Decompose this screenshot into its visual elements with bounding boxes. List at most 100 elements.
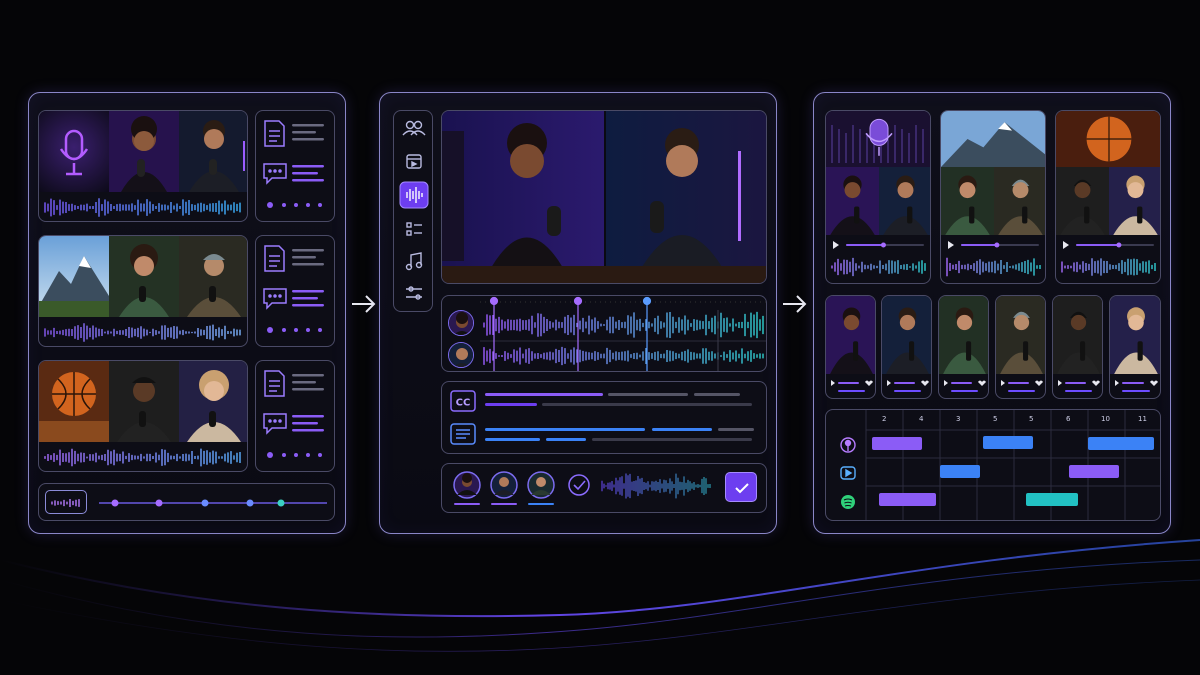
episode-waveform	[39, 192, 247, 221]
short-guest-photo	[939, 296, 988, 374]
clip-cover	[941, 111, 1045, 167]
publish-schedule: 2 4 3 5 5 6 10 11	[825, 409, 1161, 521]
play-icon	[887, 380, 891, 386]
short-clip-6[interactable]	[1109, 295, 1161, 399]
guest-woman-blonde-photo	[179, 361, 247, 442]
basketball-cover	[39, 361, 109, 442]
episode-waveform	[39, 317, 247, 346]
episode-card-1[interactable]	[38, 110, 248, 222]
playhead-marker	[642, 296, 652, 371]
scrub-marker	[277, 499, 285, 507]
check-icon	[735, 483, 749, 494]
track-avatar-woman[interactable]	[448, 310, 474, 336]
short-guest-photo	[826, 296, 875, 374]
short-clip-4[interactable]	[995, 295, 1046, 399]
check-icon	[568, 474, 590, 496]
scrub-track[interactable]	[95, 484, 331, 521]
approve-button[interactable]	[725, 472, 757, 502]
sliders-icon	[406, 286, 422, 300]
avatar	[527, 471, 555, 505]
guest-woman-photo	[109, 236, 179, 317]
podcast-icon	[840, 437, 856, 453]
avatar	[490, 471, 518, 505]
clip-cover	[1056, 111, 1160, 167]
arrow-right-icon	[783, 295, 807, 313]
podcast-cover	[39, 111, 109, 192]
chat-bubble-icon	[263, 163, 287, 185]
track-avatar-man[interactable]	[448, 342, 474, 368]
editor-panel: CC	[379, 92, 777, 534]
short-guest-photo	[1053, 296, 1102, 374]
svg-text:CC: CC	[456, 398, 471, 409]
clip-guest-photo	[941, 167, 994, 235]
heart-icon	[921, 380, 929, 386]
schedule-slot-video	[940, 465, 980, 478]
clip-card-2[interactable]	[940, 110, 1046, 284]
audio-tool-active	[399, 181, 429, 209]
short-guest-photo	[996, 296, 1045, 374]
host-woman-photo	[109, 111, 179, 192]
timeline-tick: 2	[882, 415, 887, 423]
episode-card-2[interactable]	[38, 235, 248, 347]
short-clip-2[interactable]	[881, 295, 932, 399]
clip-guest-photo	[879, 167, 930, 235]
play-icon	[1063, 241, 1069, 249]
short-clip-3[interactable]	[938, 295, 989, 399]
mountain-cover	[39, 236, 109, 317]
users-icon	[402, 120, 426, 136]
clip-guest-photo	[994, 167, 1045, 235]
guest-man-cap-photo	[179, 236, 247, 317]
scrub-marker	[155, 499, 163, 507]
short-clip-1[interactable]	[825, 295, 876, 399]
schedule-slot-video	[1069, 465, 1119, 478]
transcript-icon	[450, 423, 476, 445]
schedule-slot-podcast	[983, 436, 1033, 449]
publish-review-bar	[441, 463, 767, 513]
video-platform-icon	[840, 466, 856, 480]
distribution-panel: 2 4 3 5 5 6 10 11	[813, 92, 1171, 534]
guest-man-beard-photo	[109, 361, 179, 442]
audio-track-editor[interactable]	[441, 295, 767, 372]
scrub-marker	[246, 499, 254, 507]
short-guest-photo	[882, 296, 931, 374]
clip-card-3[interactable]	[1055, 110, 1161, 284]
assets-card-3[interactable]	[255, 360, 335, 472]
timeline-tick: 6	[1066, 415, 1071, 423]
audio-waveform-icon[interactable]	[45, 490, 87, 514]
timeline-tick: 3	[956, 415, 961, 423]
source-episodes-panel	[28, 92, 346, 534]
schedule-slot-spotify	[879, 493, 936, 506]
clip-guest-photo	[1109, 167, 1160, 235]
assets-card-1[interactable]	[255, 110, 335, 222]
scrub-marker	[111, 499, 119, 507]
video-preview[interactable]	[441, 110, 767, 284]
chat-bubble-icon	[263, 413, 287, 435]
tool-sidebar	[393, 110, 433, 312]
heart-icon	[978, 380, 986, 386]
clip-cover	[826, 111, 930, 167]
play-icon	[831, 380, 835, 386]
play-icon	[1058, 380, 1062, 386]
arrow-right-icon	[352, 295, 376, 313]
episode-card-3[interactable]	[38, 360, 248, 472]
heart-icon	[1035, 380, 1043, 386]
assets-card-2[interactable]	[255, 235, 335, 347]
clip-guest-photo	[1056, 167, 1109, 235]
short-guest-photo	[1110, 296, 1160, 374]
clip-guest-photo	[826, 167, 879, 235]
host-man-photo	[179, 111, 247, 192]
document-icon	[264, 120, 285, 147]
short-clip-5[interactable]	[1052, 295, 1103, 399]
heart-icon	[865, 380, 873, 386]
play-icon	[944, 380, 948, 386]
episode-waveform	[39, 442, 247, 471]
music-note-icon	[405, 252, 423, 271]
document-icon	[264, 245, 285, 272]
audio-scrub-bar[interactable]	[38, 483, 335, 521]
captions-transcript-card[interactable]: CC	[441, 381, 767, 454]
play-icon	[948, 241, 954, 249]
calendar-icon	[406, 154, 422, 169]
clip-card-1[interactable]	[825, 110, 931, 284]
track-lanes[interactable]	[480, 296, 767, 372]
chat-bubble-icon	[263, 288, 287, 310]
